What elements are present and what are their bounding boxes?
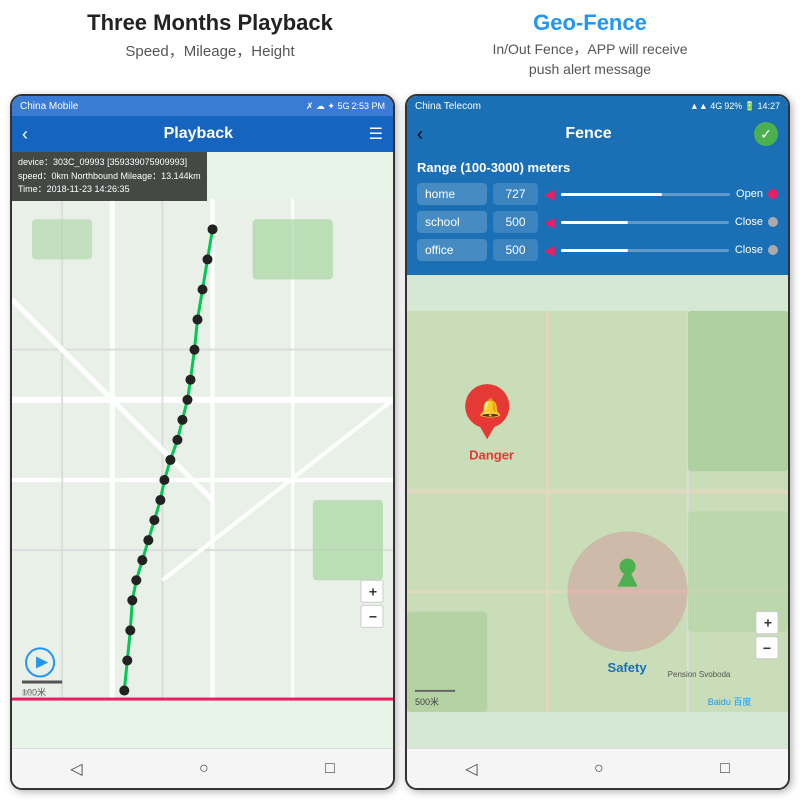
left-section: Three Months Playback Speed，Mileage，Heig…	[20, 10, 400, 79]
svg-text:+: +	[764, 615, 772, 631]
menu-icon-left[interactable]: ☰	[369, 124, 383, 144]
arrow-icon-school: ◀	[544, 214, 555, 231]
status-bar-right: China Telecom ▲▲ 4G 92% 🔋 14:27	[407, 96, 788, 116]
slider-home[interactable]	[561, 193, 730, 196]
svg-text:🔔: 🔔	[479, 398, 501, 418]
phone-left: China Mobile ✗ ☁ ✦ 5G 2:53 PM ‹ Playback…	[10, 94, 395, 790]
svg-text:Safety: Safety	[608, 660, 648, 675]
device-info: device：303C_09993 [359339075909993]	[18, 156, 201, 170]
square-nav-right[interactable]: □	[720, 760, 730, 778]
svg-text:Pension Svoboda: Pension Svoboda	[668, 670, 731, 679]
fence-row-office: ◀ Close	[417, 239, 778, 261]
geo-map: Safety 🔔 Danger 500米 Baidu 百度 Pension Sv…	[407, 275, 788, 748]
status-school: Close	[735, 216, 778, 228]
playback-map-area: device：303C_09993 [359339075909993] spee…	[12, 152, 393, 748]
status-home: Open	[736, 188, 778, 200]
home-nav-left[interactable]: ○	[199, 760, 209, 778]
bottom-nav-left: ◁ ○ □	[12, 748, 393, 788]
fence-value-school[interactable]	[493, 211, 538, 233]
fence-row-school: ◀ Close	[417, 211, 778, 233]
phone-right: China Telecom ▲▲ 4G 92% 🔋 14:27 ‹ Fence …	[405, 94, 790, 790]
carrier-left: China Mobile	[20, 101, 78, 112]
top-header: Three Months Playback Speed，Mileage，Heig…	[0, 0, 800, 94]
fence-value-home[interactable]	[493, 183, 538, 205]
svg-text:Baidu 百度: Baidu 百度	[708, 696, 752, 707]
slider-school[interactable]	[561, 221, 729, 224]
fence-list: Range (100-3000) meters ◀ Open ◀ Clo	[407, 152, 788, 275]
arrow-icon-home: ◀	[544, 186, 555, 203]
right-section: Geo-Fence In/Out Fence，APP will receive …	[400, 10, 780, 79]
geo-subtitle: In/Out Fence，APP will receive push alert…	[400, 40, 780, 79]
time-left: 2:53 PM	[351, 101, 385, 111]
fence-row-home: ◀ Open	[417, 183, 778, 205]
speed-info: speed：0km Northbound Mileage：13.144km	[18, 170, 201, 184]
bottom-nav-right: ◁ ○ □	[407, 748, 788, 788]
app-bar-left: ‹ Playback ☰	[12, 116, 393, 152]
status-icons-left: ✗ ☁ ✦ 5G 2:53 PM	[306, 101, 385, 112]
battery-right: 92%	[724, 101, 742, 111]
confirm-button[interactable]: ✓	[754, 122, 778, 146]
fence-title: Fence	[565, 125, 611, 143]
status-icons-right: ▲▲ 4G 92% 🔋 14:27	[690, 101, 780, 112]
arrow-icon-office: ◀	[544, 242, 555, 259]
svg-text:+: +	[369, 583, 377, 599]
fence-name-school[interactable]	[417, 211, 487, 233]
signal-icons: ✗ ☁ ✦ 5G	[306, 101, 350, 112]
status-bar-left: China Mobile ✗ ☁ ✦ 5G 2:53 PM	[12, 96, 393, 116]
geo-title: Geo-Fence	[400, 10, 780, 36]
square-nav-left[interactable]: □	[325, 760, 335, 778]
fence-name-home[interactable]	[417, 183, 487, 205]
svg-text:Bai: Bai	[22, 689, 34, 698]
carrier-right: China Telecom	[415, 101, 481, 112]
svg-text:−: −	[763, 640, 771, 656]
battery-icon: 🔋	[744, 101, 755, 112]
fence-app-bar: ‹ Fence ✓	[407, 116, 788, 152]
time-info: Time：2018-11-23 14:26:35	[18, 183, 201, 197]
svg-text:−: −	[369, 609, 377, 625]
back-button-left[interactable]: ‹	[22, 124, 28, 145]
phones-container: China Mobile ✗ ☁ ✦ 5G 2:53 PM ‹ Playback…	[0, 94, 800, 800]
fence-value-office[interactable]	[493, 239, 538, 261]
geo-map-svg: Safety 🔔 Danger 500米 Baidu 百度 Pension Sv…	[407, 275, 788, 748]
time-right: 14:27	[757, 101, 780, 111]
home-nav-right[interactable]: ○	[594, 760, 604, 778]
playback-map: device：303C_09993 [359339075909993] spee…	[12, 152, 393, 748]
back-button-right[interactable]: ‹	[417, 124, 423, 145]
fence-name-office[interactable]	[417, 239, 487, 261]
svg-text:500米: 500米	[415, 696, 439, 707]
playback-subtitle: Speed，Mileage，Height	[20, 40, 400, 61]
wifi-icon: ▲▲ 4G	[690, 101, 722, 111]
range-label: Range (100-3000) meters	[417, 160, 778, 175]
playback-title: Three Months Playback	[20, 10, 400, 36]
slider-office[interactable]	[561, 249, 729, 252]
app-title-left: Playback	[164, 125, 233, 143]
back-nav-right[interactable]: ◁	[465, 759, 477, 779]
back-nav-left[interactable]: ◁	[70, 759, 82, 779]
status-office: Close	[735, 244, 778, 256]
map-svg: 100米 Bai + −	[12, 152, 393, 748]
playback-info: device：303C_09993 [359339075909993] spee…	[12, 152, 207, 201]
svg-text:Danger: Danger	[469, 447, 514, 462]
